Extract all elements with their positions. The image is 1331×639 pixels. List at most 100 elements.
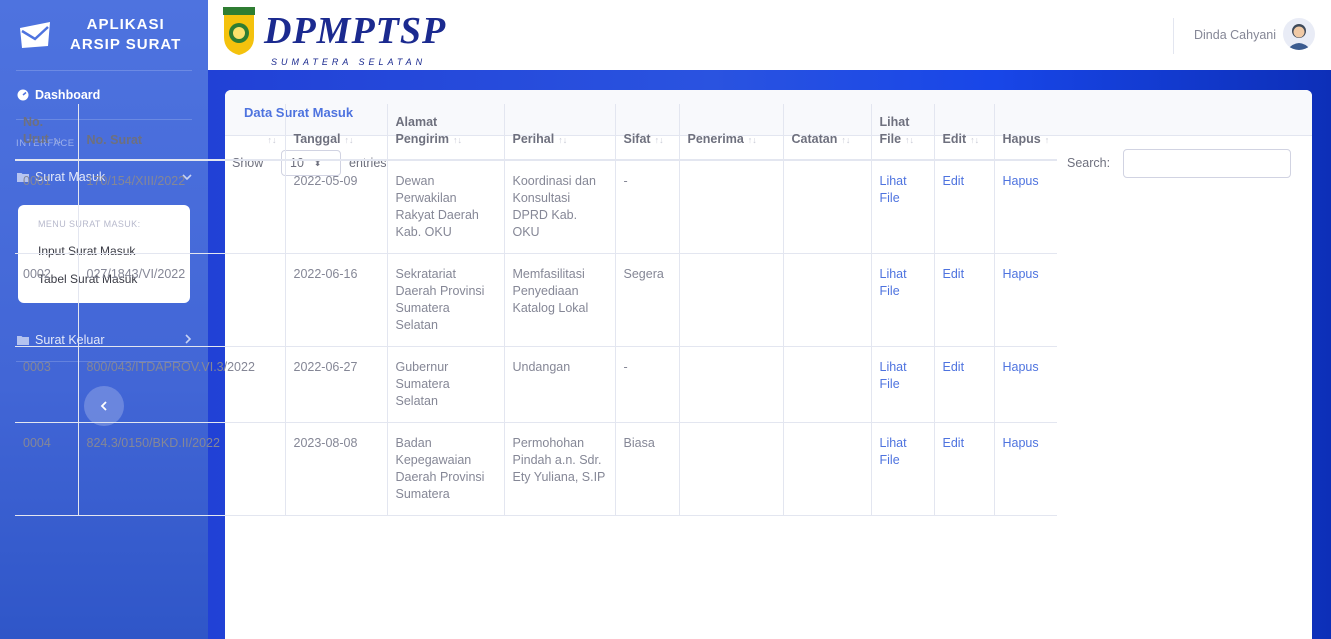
topbar: DPMPTSP SUMATERA SELATAN Dinda Cahyani xyxy=(208,0,1331,70)
table-row: 0002 027/1843/VI/2022 2022-06-16 Sekrata… xyxy=(15,253,1058,347)
hapus-link[interactable]: Hapus xyxy=(1003,174,1039,188)
logo-text: DPMPTSP xyxy=(264,10,447,52)
brand-line1: APLIKASI xyxy=(86,16,165,33)
cell-hapus: Hapus xyxy=(994,422,1058,516)
column-header-no-surat[interactable]: No. Surat ↑↓ xyxy=(78,104,286,161)
column-header-label: No. Surat xyxy=(86,133,143,147)
lihat-file-link[interactable]: Lihat File xyxy=(880,360,907,391)
column-header-label: Hapus xyxy=(1002,132,1041,146)
search-input[interactable] xyxy=(1123,149,1291,178)
brand-line2: ARSIP SURAT xyxy=(70,36,182,53)
edit-link[interactable]: Edit xyxy=(943,267,965,281)
cell-sifat: - xyxy=(615,346,680,423)
column-header-edit[interactable]: Edit ↑↓ xyxy=(934,104,995,161)
cell-alamat-pengirim: Gubernur Sumatera Selatan xyxy=(387,346,505,423)
column-header-perihal[interactable]: Perihal ↑↓ xyxy=(504,104,616,161)
edit-link[interactable]: Edit xyxy=(943,174,965,188)
column-header-sifat[interactable]: Sifat ↑↓ xyxy=(615,104,680,161)
cell-no-urut: 0001 xyxy=(15,160,79,254)
cell-hapus: Hapus xyxy=(994,160,1058,254)
edit-link[interactable]: Edit xyxy=(943,436,965,450)
sort-icon: ↑↓ xyxy=(558,135,568,145)
cell-sifat: Segera xyxy=(615,253,680,347)
cell-penerima xyxy=(679,346,784,423)
surat-masuk-table: No. Urut ↑↓ No. Surat ↑↓ Tanggal ↑↓ Alamat … xyxy=(15,104,1058,516)
lihat-file-link[interactable]: Lihat File xyxy=(880,174,907,205)
sort-icon: ↑↓ xyxy=(453,135,462,145)
column-header-label: Perihal xyxy=(512,132,555,146)
column-header-label: No. Urut xyxy=(23,115,49,146)
sort-icon: ↑↓ xyxy=(52,135,62,145)
search-label: Search: xyxy=(1067,156,1111,170)
column-header-tanggal[interactable]: Tanggal ↑↓ xyxy=(285,104,388,161)
lihat-file-link[interactable]: Lihat File xyxy=(880,436,907,467)
cell-alamat-pengirim: Badan Kepegawaian Daerah Provinsi Sumate… xyxy=(387,422,505,516)
cell-edit: Edit xyxy=(934,346,995,423)
column-header-label: Penerima xyxy=(687,132,744,146)
cell-catatan xyxy=(783,346,872,423)
table-row: 0004 824.3/0150/BKD.II/2022 2023-08-08 B… xyxy=(15,422,1058,516)
cell-catatan xyxy=(783,422,872,516)
brand-text: APLIKASI ARSIP SURAT xyxy=(70,15,181,55)
cell-no-surat: 824.3/0150/BKD.II/2022 xyxy=(78,422,286,516)
cell-catatan xyxy=(783,253,872,347)
cell-tanggal: 2022-06-16 xyxy=(285,253,388,347)
table-row: 0001 170/154/XIII/2022 2022-05-09 Dewan … xyxy=(15,160,1058,254)
sort-icon: ↑↓ xyxy=(841,135,851,145)
user-avatar-icon xyxy=(1287,24,1311,50)
cell-no-urut: 0002 xyxy=(15,253,79,347)
column-header-alamat-pengirim[interactable]: Alamat Pengirim ↑↓ xyxy=(387,104,505,161)
cell-no-surat: 170/154/XIII/2022 xyxy=(78,160,286,254)
sort-icon: ↑↓ xyxy=(654,135,664,145)
cell-penerima xyxy=(679,253,784,347)
sidebar-brand[interactable]: APLIKASI ARSIP SURAT xyxy=(0,0,208,70)
cell-lihat-file: Lihat File xyxy=(871,346,935,423)
edit-link[interactable]: Edit xyxy=(943,360,965,374)
column-header-no-urut[interactable]: No. Urut ↑↓ xyxy=(15,104,79,161)
cell-no-surat: 027/1843/VI/2022 xyxy=(78,253,286,347)
cell-perihal: Permohohan Pindah a.n. Sdr. Ety Yuliana,… xyxy=(504,422,616,516)
sort-icon: ↑↓ xyxy=(970,135,980,145)
column-header-catatan[interactable]: Catatan ↑↓ xyxy=(783,104,872,161)
hapus-link[interactable]: Hapus xyxy=(1003,436,1039,450)
cell-penerima xyxy=(679,160,784,254)
sort-icon: ↑↓ xyxy=(344,135,354,145)
cell-edit: Edit xyxy=(934,422,995,516)
column-header-label: Alamat Pengirim xyxy=(395,115,450,146)
sort-icon: ↑↓ xyxy=(267,135,277,145)
column-header-label: Sifat xyxy=(623,132,651,146)
hapus-link[interactable]: Hapus xyxy=(1003,267,1039,281)
cell-no-surat: 800/043/ITDAPROV.VI.3/2022 xyxy=(78,346,286,423)
topbar-divider xyxy=(1173,18,1174,54)
user-name[interactable]: Dinda Cahyani xyxy=(1194,28,1276,42)
province-emblem-icon xyxy=(223,7,255,55)
lihat-file-link[interactable]: Lihat File xyxy=(880,267,907,298)
cell-alamat-pengirim: Sekratariat Daerah Provinsi Sumatera Sel… xyxy=(387,253,505,347)
tachometer-icon xyxy=(16,89,29,102)
cell-catatan xyxy=(783,160,872,254)
cell-no-urut: 0003 xyxy=(15,346,79,423)
sort-icon: ↑↓ xyxy=(905,135,915,145)
sidebar-item-label: Dashboard xyxy=(35,88,101,102)
column-header-lihat-file[interactable]: Lihat File ↑↓ xyxy=(871,104,935,161)
column-header-label: Tanggal xyxy=(293,132,341,146)
column-header-penerima[interactable]: Penerima ↑↓ xyxy=(679,104,784,161)
logo-subtext: SUMATERA SELATAN xyxy=(271,57,427,67)
cell-edit: Edit xyxy=(934,160,995,254)
cell-penerima xyxy=(679,422,784,516)
cell-lihat-file: Lihat File xyxy=(871,160,935,254)
hapus-link[interactable]: Hapus xyxy=(1003,360,1039,374)
cell-perihal: Koordinasi dan Konsultasi DPRD Kab. OKU xyxy=(504,160,616,254)
dpmptsp-logo: DPMPTSP SUMATERA SELATAN xyxy=(221,5,471,67)
cell-edit: Edit xyxy=(934,253,995,347)
cell-perihal: Undangan xyxy=(504,346,616,423)
table-row: 0003 800/043/ITDAPROV.VI.3/2022 2022-06-… xyxy=(15,346,1058,423)
cell-hapus: Hapus xyxy=(994,346,1058,423)
cell-alamat-pengirim: Dewan Perwakilan Rakyat Daerah Kab. OKU xyxy=(387,160,505,254)
table-header-row: No. Urut ↑↓ No. Surat ↑↓ Tanggal ↑↓ Alamat … xyxy=(15,104,1058,161)
avatar[interactable] xyxy=(1283,18,1315,50)
cell-no-urut: 0004 xyxy=(15,422,79,516)
sort-icon: ↑↓ xyxy=(747,135,757,145)
column-header-hapus[interactable]: Hapus ↑ xyxy=(994,104,1058,161)
column-header-label: Catatan xyxy=(791,132,838,146)
